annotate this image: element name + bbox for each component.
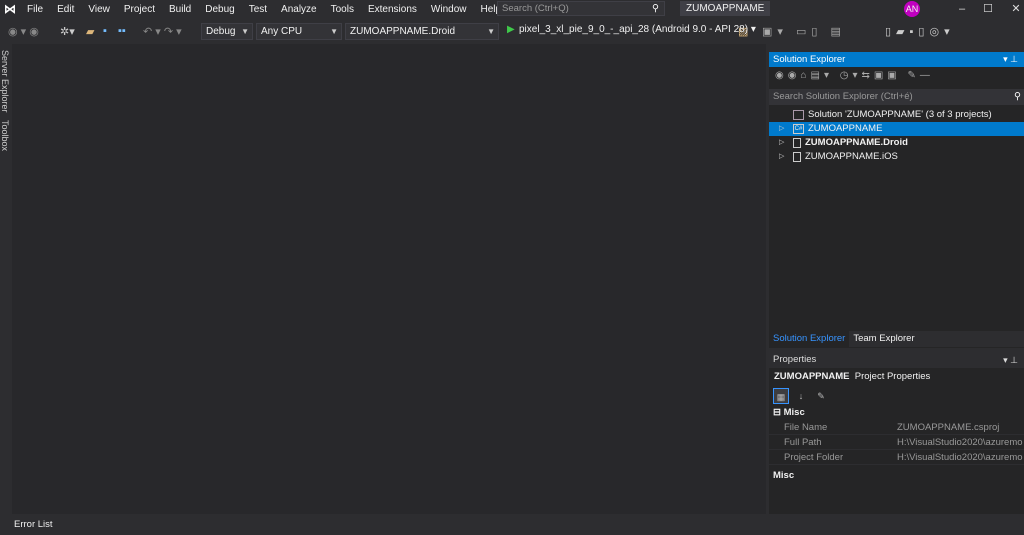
new-item-icon[interactable]: ✲▾	[60, 25, 75, 38]
property-row[interactable]: Full Path H:\VisualStudio2020\azuremo	[769, 435, 1024, 450]
pin-icon[interactable]: ▾ ⊥	[1003, 52, 1018, 67]
tree-item[interactable]: ▷ ZUMOAPPNAME.Droid	[769, 136, 1024, 150]
category-label: Misc	[783, 407, 805, 418]
expand-icon[interactable]: ▷	[779, 122, 793, 136]
avatar[interactable]: AN	[904, 1, 920, 17]
properties-header: Properties ▾ ⊥	[769, 352, 1024, 368]
menu-test[interactable]: Test	[242, 4, 274, 15]
server-explorer-tab[interactable]: Server Explorer	[0, 50, 10, 113]
property-row[interactable]: Project Folder H:\VisualStudio2020\azurem…	[769, 450, 1024, 465]
visual-studio-logo-icon: ⋈	[4, 2, 16, 16]
platform-dropdown[interactable]: Any CPU ▼	[256, 23, 342, 40]
close-button[interactable]: ✕	[1004, 0, 1024, 18]
search-placeholder: Search Solution Explorer (Ctrl+é)	[773, 91, 913, 102]
project-label: ZUMOAPPNAME	[808, 123, 883, 134]
run-target-label: pixel_3_xl_pie_9_0_-_api_28 (Android 9.0…	[519, 24, 749, 35]
project-label: ZUMOAPPNAME.iOS	[805, 151, 898, 162]
configuration-dropdown[interactable]: Debug ▼	[201, 23, 253, 40]
chevron-down-icon: ▼	[241, 27, 249, 36]
tree-item[interactable]: ▷ C# ZUMOAPPNAME	[769, 122, 1024, 136]
alphabetical-icon[interactable]: ↓	[793, 388, 809, 404]
property-name: Project Folder	[784, 452, 844, 463]
search-icon: ⚲	[1014, 91, 1021, 102]
properties-toolbar: ▦ ↓ ✎	[769, 386, 1024, 406]
configuration-value: Debug	[206, 26, 236, 37]
error-list-tab[interactable]: Error List	[14, 519, 53, 530]
menu-project[interactable]: Project	[117, 4, 162, 15]
solution-icon	[793, 110, 804, 120]
toolbox-tab[interactable]: Toolbox	[0, 120, 10, 151]
run-icon[interactable]: ▶	[507, 24, 515, 35]
open-folder-icon[interactable]: ▰	[86, 25, 94, 38]
solution-label: Solution 'ZUMOAPPNAME' (3 of 3 projects)	[808, 109, 992, 120]
menu-view[interactable]: View	[81, 4, 117, 15]
tab-team-explorer[interactable]: Team Explorer	[849, 331, 918, 347]
category-header[interactable]: ⊟ Misc	[769, 406, 1024, 420]
chevron-down-icon: ▼	[330, 27, 338, 36]
menu-extensions[interactable]: Extensions	[361, 4, 424, 15]
xamarin-tools-icon[interactable]: ▯▰▪▯◎▾	[885, 25, 955, 38]
startup-project-value: ZUMOAPPNAME.Droid	[350, 26, 456, 37]
property-name: File Name	[784, 422, 828, 433]
save-icon[interactable]: ▪	[103, 25, 107, 37]
tab-solution-explorer[interactable]: Solution Explorer	[769, 331, 850, 347]
properties-object[interactable]: ZUMOAPPNAME Project Properties	[769, 368, 1024, 386]
tree-item[interactable]: ▷ ZUMOAPPNAME.iOS	[769, 150, 1024, 164]
menu-build[interactable]: Build	[162, 4, 198, 15]
csharp-project-icon: C#	[793, 124, 804, 134]
maximize-button[interactable]: ☐	[976, 0, 1000, 18]
property-name: Full Path	[784, 437, 822, 448]
android-project-icon	[793, 138, 801, 148]
expand-icon[interactable]: ▷	[779, 150, 793, 164]
solution-explorer-header: Solution Explorer ▾ ⊥	[769, 52, 1024, 67]
save-all-icon[interactable]: ▪▪	[118, 25, 126, 37]
window-title: ZUMOAPPNAME	[680, 1, 771, 16]
minimize-button[interactable]: –	[950, 0, 974, 18]
chevron-down-icon: ▼	[487, 27, 495, 36]
panel-title: Solution Explorer	[773, 54, 846, 65]
undo-icon[interactable]: ↶ ▾ ↷ ▾	[143, 25, 182, 38]
expand-icon[interactable]: ▷	[779, 136, 793, 150]
panel-title: Properties	[773, 354, 817, 365]
editor-area	[12, 44, 766, 514]
property-row[interactable]: File Name ZUMOAPPNAME.csproj	[769, 420, 1024, 435]
search-input[interactable]: Search (Ctrl+Q) ⚲	[497, 1, 665, 16]
property-pages-icon[interactable]: ✎	[813, 388, 829, 404]
object-name: ZUMOAPPNAME	[774, 371, 850, 382]
properties-panel: Properties ▾ ⊥ ZUMOAPPNAME Project Proper…	[769, 352, 1024, 514]
solution-explorer-panel: Solution Explorer ▾ ⊥ ◉◉⌂▤▾ ◷▾⇆▣▣ ✎— Sear…	[769, 52, 1024, 348]
startup-project-dropdown[interactable]: ZUMOAPPNAME.Droid ▼	[345, 23, 499, 40]
categorized-icon[interactable]: ▦	[773, 388, 789, 404]
search-icon: ⚲	[652, 3, 659, 14]
property-value: ZUMOAPPNAME.csproj	[897, 422, 1000, 433]
pin-icon[interactable]: ▾ ⊥	[1003, 352, 1018, 368]
solution-search-input[interactable]: Search Solution Explorer (Ctrl+é) ⚲	[769, 89, 1024, 105]
project-label: ZUMOAPPNAME.Droid	[805, 137, 908, 148]
menu-edit[interactable]: Edit	[50, 4, 81, 15]
run-target-button[interactable]: pixel_3_xl_pie_9_0_-_api_28 (Android 9.0…	[519, 24, 756, 35]
platform-value: Any CPU	[261, 26, 303, 37]
menu-file[interactable]: File	[20, 4, 50, 15]
property-value: H:\VisualStudio2020\azuremo	[897, 452, 1023, 463]
menu-debug[interactable]: Debug	[198, 4, 241, 15]
property-value: H:\VisualStudio2020\azuremo	[897, 437, 1023, 448]
back-icon[interactable]: ◉ ▾ ◉	[8, 25, 39, 38]
solution-node[interactable]: Solution 'ZUMOAPPNAME' (3 of 3 projects)	[769, 108, 1024, 122]
menu-window[interactable]: Window	[424, 4, 474, 15]
solution-explorer-toolbar-icon[interactable]: ◉◉⌂▤▾ ◷▾⇆▣▣ ✎—	[769, 67, 1024, 87]
menu-analyze[interactable]: Analyze	[274, 4, 324, 15]
panel-tabs: Solution Explorer Team Explorer	[769, 331, 1024, 347]
toolbar-tools-icon[interactable]: ▣▾ ▭▯ ▤	[762, 25, 846, 38]
search-placeholder: Search (Ctrl+Q)	[502, 3, 569, 14]
object-type: Project Properties	[854, 371, 931, 382]
ios-project-icon	[793, 152, 801, 162]
description-title: Misc	[773, 470, 795, 481]
menu-tools[interactable]: Tools	[324, 4, 361, 15]
